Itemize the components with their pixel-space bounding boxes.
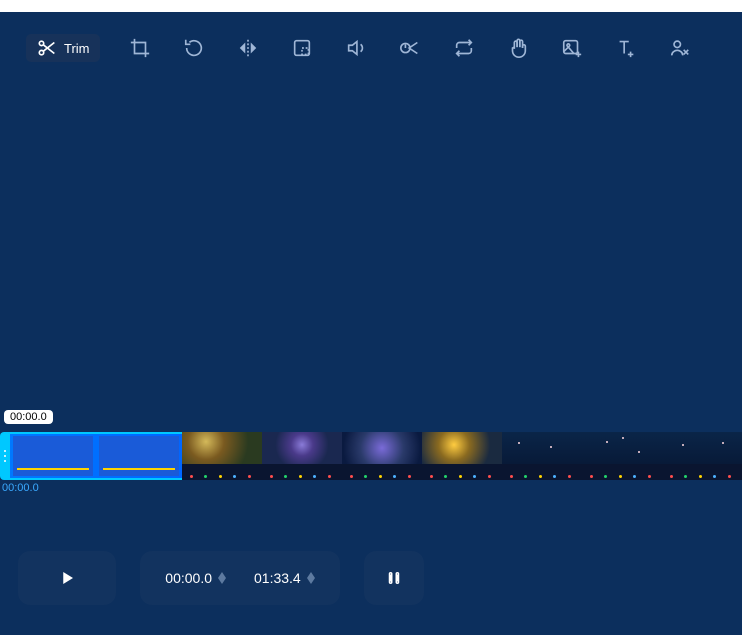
end-time-value: 01:33.4 xyxy=(254,570,301,586)
start-time-stepper[interactable] xyxy=(218,572,226,584)
filmstrip-frame xyxy=(342,432,422,480)
timeline-area: 00:00.0 00:00.0 xyxy=(0,410,742,500)
time-range-control: 00:00.0 01:33.4 xyxy=(140,551,340,605)
timeline-track[interactable] xyxy=(0,432,742,480)
volume-icon xyxy=(345,37,367,59)
preview-mode-button[interactable] xyxy=(364,551,424,605)
video-preview-area xyxy=(0,74,742,410)
crop-tool[interactable] xyxy=(126,34,154,62)
person-x-icon xyxy=(669,37,691,59)
flip-tool[interactable] xyxy=(234,34,262,62)
play-button[interactable] xyxy=(18,551,116,605)
speed-tool[interactable] xyxy=(396,34,424,62)
filmstrip-frame xyxy=(662,432,742,480)
window-top-strip xyxy=(0,0,742,12)
trim-start-handle[interactable] xyxy=(0,432,10,480)
start-time-value: 00:00.0 xyxy=(165,570,212,586)
filmstrip-frame xyxy=(182,432,262,480)
hand-icon xyxy=(507,37,529,59)
playhead-timestamp: 00:00.0 xyxy=(4,410,53,424)
add-text-tool[interactable] xyxy=(612,34,640,62)
timeline-start-label: 00:00.0 xyxy=(0,482,39,494)
editor-toolbar: Trim xyxy=(0,12,742,74)
flip-icon xyxy=(237,37,259,59)
play-icon xyxy=(58,569,76,587)
filmstrip[interactable] xyxy=(182,432,742,480)
selection-handles-icon xyxy=(385,569,403,587)
filmstrip-frame xyxy=(422,432,502,480)
segment-thumb xyxy=(99,436,179,476)
rotate-tool[interactable] xyxy=(180,34,208,62)
scissors-icon xyxy=(36,37,58,59)
resize-tool[interactable] xyxy=(288,34,316,62)
chevron-down-icon xyxy=(218,578,226,584)
filmstrip-frame xyxy=(582,432,662,480)
playback-controls: 00:00.0 01:33.4 xyxy=(18,551,424,605)
clap-tool[interactable] xyxy=(504,34,532,62)
rotate-ccw-icon xyxy=(183,37,205,59)
end-time-stepper[interactable] xyxy=(307,572,315,584)
add-image-tool[interactable] xyxy=(558,34,586,62)
resize-icon xyxy=(291,37,313,59)
trim-tool[interactable]: Trim xyxy=(26,34,100,62)
end-time-field[interactable]: 01:33.4 xyxy=(254,570,315,586)
text-plus-icon xyxy=(615,37,637,59)
loop-icon xyxy=(453,37,475,59)
speed-icon xyxy=(399,37,421,59)
chevron-down-icon xyxy=(307,578,315,584)
volume-tool[interactable] xyxy=(342,34,370,62)
filmstrip-frame xyxy=(262,432,342,480)
loop-tool[interactable] xyxy=(450,34,478,62)
segment-thumb xyxy=(13,436,93,476)
selected-segment[interactable] xyxy=(10,432,182,480)
start-time-field[interactable]: 00:00.0 xyxy=(165,570,226,586)
trim-tool-label: Trim xyxy=(64,41,90,56)
remove-person-tool[interactable] xyxy=(666,34,694,62)
crop-icon xyxy=(129,37,151,59)
image-plus-icon xyxy=(561,37,583,59)
filmstrip-frame xyxy=(502,432,582,480)
